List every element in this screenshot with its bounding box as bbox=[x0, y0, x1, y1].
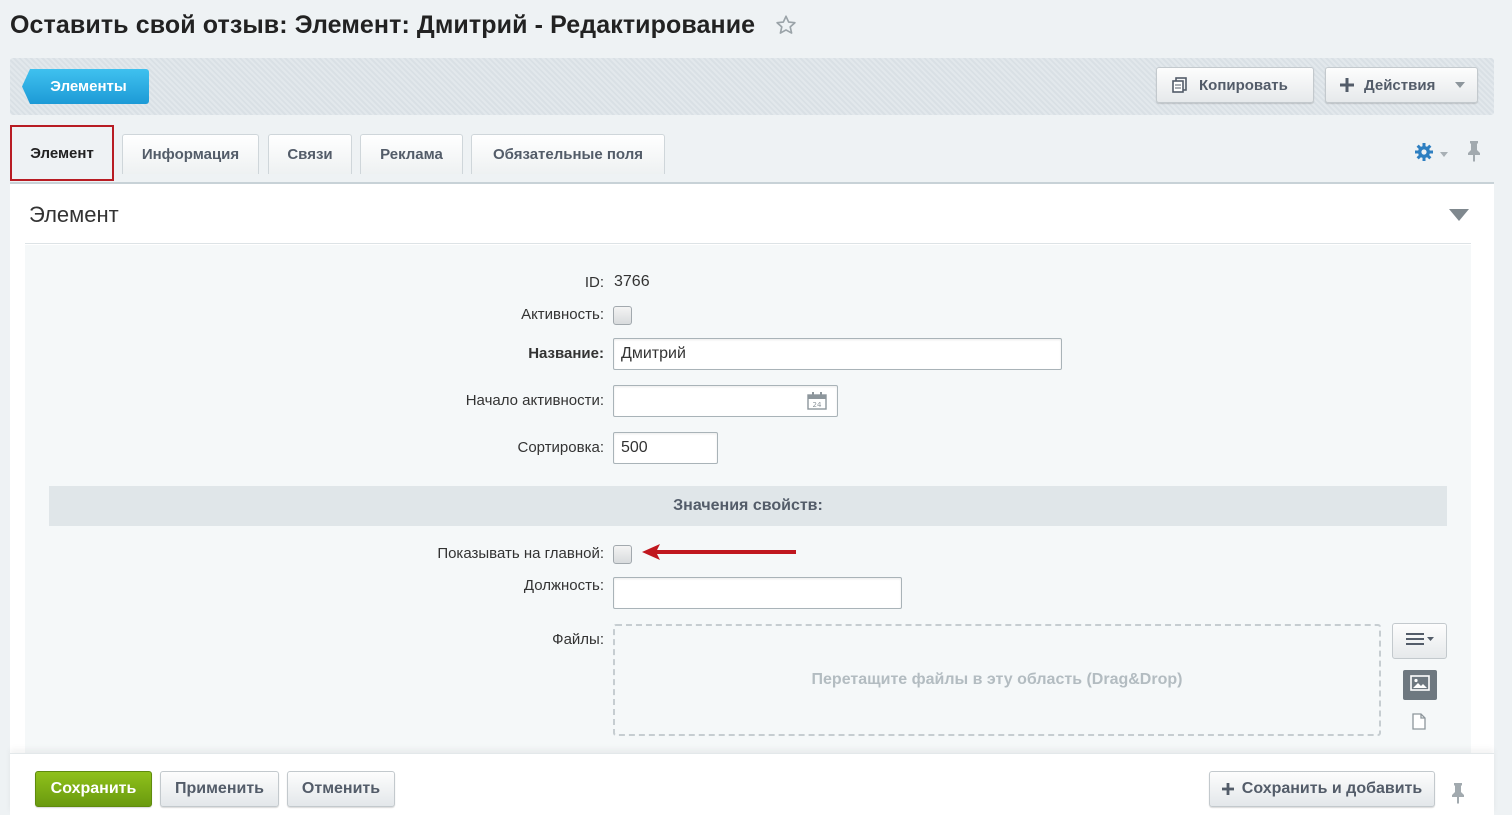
pin-icon[interactable] bbox=[1466, 140, 1482, 167]
save-button[interactable]: Сохранить bbox=[35, 771, 152, 807]
tab-required-fields[interactable]: Обязательные поля bbox=[471, 134, 665, 174]
start-activity-input[interactable]: 24 bbox=[613, 385, 838, 417]
id-value: 3766 bbox=[614, 273, 650, 290]
triangle-down-icon[interactable] bbox=[1449, 208, 1469, 226]
position-input[interactable] bbox=[613, 577, 902, 609]
tab-links[interactable]: Связи bbox=[268, 134, 352, 174]
calendar-day: 24 bbox=[813, 401, 822, 409]
sort-label: Сортировка: bbox=[517, 439, 605, 456]
actions-button[interactable]: Действия bbox=[1325, 67, 1478, 103]
chevron-down-icon bbox=[1440, 152, 1448, 157]
image-icon bbox=[1410, 674, 1430, 696]
star-icon[interactable] bbox=[775, 14, 797, 36]
element-form: ID: 3766 Активность: Название: Дмитрий Н… bbox=[25, 245, 1471, 754]
list-menu-icon bbox=[1405, 632, 1434, 650]
file-dropzone[interactable]: Перетащите файлы в эту область (Drag&Dro… bbox=[613, 624, 1381, 736]
apply-button[interactable]: Применить bbox=[160, 771, 279, 807]
plus-icon bbox=[1340, 78, 1354, 92]
files-label: Файлы: bbox=[552, 631, 604, 648]
pin-icon[interactable] bbox=[1450, 782, 1466, 809]
file-icon[interactable] bbox=[1412, 713, 1426, 735]
id-label: ID: bbox=[584, 274, 604, 291]
page-title: Оставить свой отзыв: Элемент: Дмитрий - … bbox=[10, 10, 756, 39]
footer-bar: Сохранить Применить Отменить Сохранить и… bbox=[10, 753, 1494, 815]
panel-header: Элемент bbox=[25, 184, 1471, 244]
active-checkbox[interactable] bbox=[613, 306, 632, 325]
calendar-icon[interactable]: 24 bbox=[807, 392, 827, 415]
gear-icon bbox=[1414, 142, 1434, 167]
tab-advertising[interactable]: Реклама bbox=[360, 134, 463, 174]
show-on-main-label: Показывать на главной: bbox=[437, 545, 604, 562]
show-on-main-checkbox[interactable] bbox=[613, 545, 632, 564]
plus-icon bbox=[1221, 783, 1234, 795]
position-label: Должность: bbox=[523, 577, 604, 594]
save-and-add-button[interactable]: Сохранить и добавить bbox=[1209, 771, 1435, 807]
cancel-button[interactable]: Отменить bbox=[287, 771, 395, 807]
tabs-bar: Элемент Информация Связи Реклама Обязате… bbox=[10, 124, 1494, 184]
name-input[interactable]: Дмитрий bbox=[613, 338, 1062, 370]
elements-back-button[interactable]: Элементы bbox=[22, 69, 149, 104]
tab-element[interactable]: Элемент bbox=[10, 125, 114, 181]
copy-button-label: Копировать bbox=[1199, 76, 1288, 94]
properties-header: Значения свойств: bbox=[49, 486, 1447, 526]
copy-button[interactable]: Копировать bbox=[1156, 67, 1314, 103]
page-title-row: Оставить свой отзыв: Элемент: Дмитрий - … bbox=[10, 6, 797, 44]
tab-information[interactable]: Информация bbox=[122, 134, 259, 174]
annotation-arrow bbox=[640, 540, 800, 569]
panel-title: Элемент bbox=[29, 202, 119, 227]
settings-button[interactable] bbox=[1414, 142, 1448, 167]
actions-button-label: Действия bbox=[1364, 76, 1436, 94]
chevron-down-icon bbox=[1455, 82, 1466, 88]
start-activity-label: Начало активности: bbox=[465, 392, 604, 409]
name-label: Название: bbox=[528, 345, 604, 362]
save-and-add-label: Сохранить и добавить bbox=[1241, 780, 1423, 797]
element-panel: Элемент ID: 3766 Активность: Название: Д… bbox=[10, 184, 1494, 754]
files-menu-button[interactable] bbox=[1392, 623, 1447, 659]
toolbar: Элементы Копировать Действия bbox=[10, 58, 1494, 115]
active-label: Активность: bbox=[521, 306, 604, 323]
image-upload-button[interactable] bbox=[1403, 670, 1437, 700]
copy-icon bbox=[1171, 76, 1189, 94]
sort-input[interactable]: 500 bbox=[613, 432, 718, 464]
